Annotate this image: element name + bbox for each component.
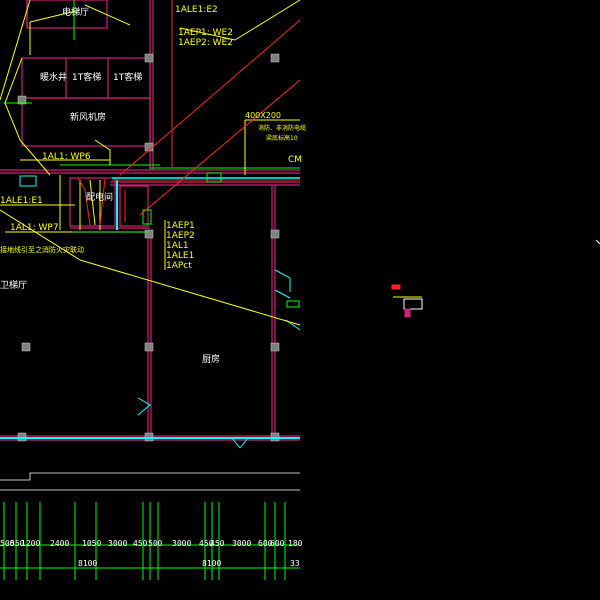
label-panel-1al1: 1AL1 bbox=[166, 241, 189, 251]
panel-symbol bbox=[206, 172, 600, 318]
label-grounding-note: 接地线引至之消防火灾联动 bbox=[0, 245, 84, 254]
dimension-segment: 450 bbox=[210, 539, 225, 548]
label-panel-1apct: 1APct bbox=[166, 261, 192, 271]
dimension-total: 33 bbox=[290, 559, 300, 568]
walls bbox=[0, 0, 300, 441]
dimension-total: 8100 bbox=[202, 559, 221, 568]
dimension-segment: 1200 bbox=[21, 539, 40, 548]
dimension-segment: 3000 bbox=[108, 539, 127, 548]
label-panel-1aep2: 1AEP2 bbox=[166, 231, 195, 241]
dimension-segment: 2400 bbox=[50, 539, 69, 548]
label-panel-1ale1: 1ALE1 bbox=[166, 251, 194, 261]
label-kitchen: 厨房 bbox=[202, 353, 220, 365]
dimension-segment: 500 bbox=[148, 539, 163, 548]
dimension-segment: 180 bbox=[288, 539, 303, 548]
dimension-segment: 3000 bbox=[172, 539, 191, 548]
label-hall-left: 卫梯厅 bbox=[0, 279, 27, 291]
label-tray-note-1: 消防、非消防电缆 bbox=[258, 124, 306, 132]
label-lift-1: 1T客梯 bbox=[72, 71, 101, 83]
label-shaft: 暖水井 bbox=[40, 71, 67, 83]
dimension-segment: 600 bbox=[270, 539, 285, 548]
label-circuit-1aep2-we2: 1AEP2: WE2 bbox=[178, 38, 233, 48]
label-circuit-1aep1-we2: 1AEP1: WE2 bbox=[178, 28, 233, 38]
label-lift-2: 1T客梯 bbox=[113, 71, 142, 83]
label-elevator-hall: 电梯厅 bbox=[62, 6, 89, 18]
label-panel-1aep1: 1AEP1 bbox=[166, 221, 195, 231]
label-circuit-1ale1-e1: 1ALE1:E1 bbox=[0, 196, 43, 206]
dimension-segment: 3000 bbox=[232, 539, 251, 548]
dimension-total: 8100 bbox=[78, 559, 97, 568]
label-tray-size: 400X200 bbox=[245, 111, 281, 120]
label-circuit-1al1-wp7: 1AL1: WP7 bbox=[10, 223, 59, 233]
label-tray-note-2: 梁底标高10 bbox=[266, 134, 298, 142]
dimension-segment: 450 bbox=[133, 539, 148, 548]
dimension-segment: 1050 bbox=[82, 539, 101, 548]
label-distribution-room: 配电间 bbox=[86, 191, 113, 203]
label-tray-cm: CM bbox=[288, 155, 302, 165]
label-circuit-1ale1-e2: 1ALE1:E2 bbox=[175, 5, 218, 15]
cad-drawing: 电梯厅 暖水井 1T客梯 1T客梯 新风机房 配电间 卫梯厅 厨房 1ALE1:… bbox=[0, 0, 600, 580]
label-circuit-1al1-wp6: 1AL1: WP6 bbox=[42, 152, 91, 162]
dimension-texts: 5005501200 2400 1050 3000 450 500 3000 450450 30… bbox=[0, 539, 303, 568]
label-fresh-air: 新风机房 bbox=[70, 111, 106, 123]
dimension-lines bbox=[0, 472, 300, 491]
